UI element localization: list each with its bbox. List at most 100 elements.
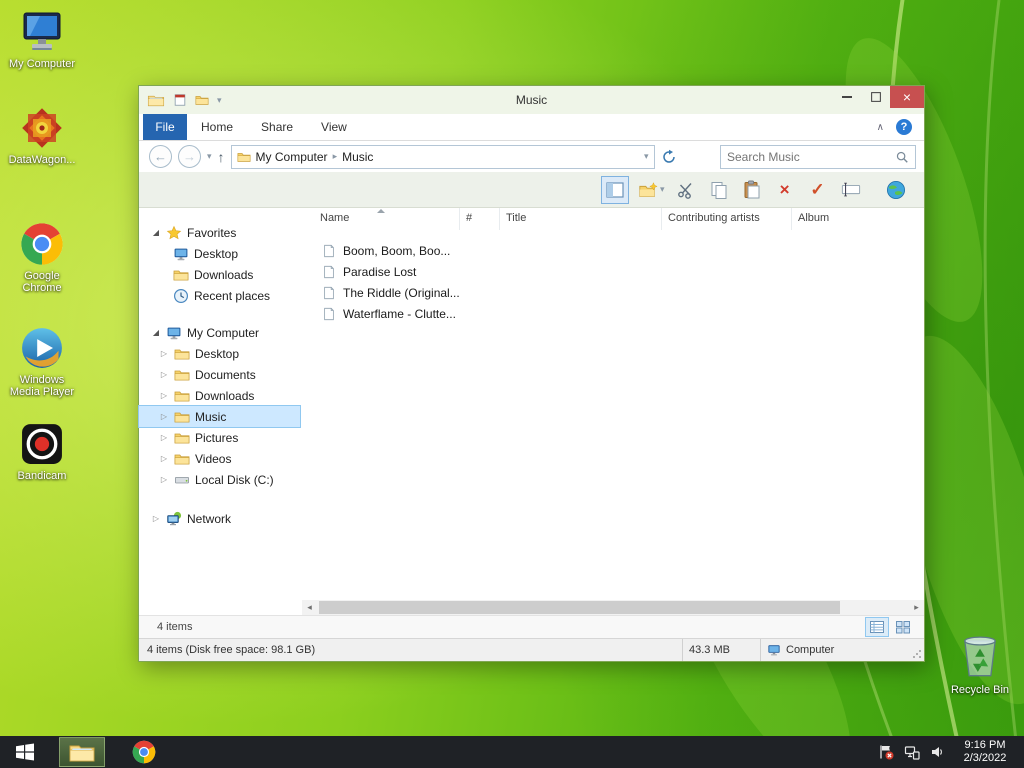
folder-icon <box>174 451 190 467</box>
sidebar-section-network[interactable]: ▷ Network <box>139 508 300 529</box>
column-header-title[interactable]: Title <box>500 208 662 230</box>
maximize-button[interactable] <box>861 86 890 108</box>
refresh-button[interactable] <box>661 149 677 165</box>
sidebar-item-music[interactable]: ▷ Music <box>138 405 301 428</box>
sidebar-item-videos[interactable]: ▷ Videos <box>139 448 300 469</box>
collapsed-triangle-icon[interactable]: ▷ <box>159 412 169 421</box>
search-icon[interactable] <box>895 150 909 164</box>
desktop-icon-my-computer[interactable]: My Computer <box>4 10 80 70</box>
history-chevron-icon[interactable]: ▾ <box>207 151 212 162</box>
column-header-album[interactable]: Album <box>792 208 924 230</box>
copy-button[interactable] <box>707 177 731 203</box>
expanded-triangle-icon[interactable]: ◢ <box>151 328 161 337</box>
sidebar-item-recent-places[interactable]: Recent places <box>139 285 300 306</box>
forward-icon: → <box>183 149 196 164</box>
details-view-button[interactable] <box>865 617 889 637</box>
column-header-number[interactable]: # <box>460 208 500 230</box>
copy-icon <box>709 180 729 200</box>
expanded-triangle-icon[interactable]: ◢ <box>151 228 161 237</box>
sidebar-section-my-computer[interactable]: ◢ My Computer <box>139 322 300 343</box>
close-button[interactable]: × <box>890 86 924 108</box>
breadcrumb-music[interactable]: Music <box>342 150 373 164</box>
search-box[interactable] <box>720 144 916 169</box>
collapsed-triangle-icon[interactable]: ▷ <box>159 349 169 358</box>
horizontal-scrollbar[interactable]: ◂ ▸ <box>302 600 924 615</box>
column-header-name[interactable]: Name <box>302 208 460 230</box>
qat-customize-chevron-icon[interactable]: ▾ <box>217 95 222 106</box>
desktop-icon-datawagon[interactable]: DataWagon... <box>4 106 80 166</box>
scrollbar-track[interactable] <box>317 600 909 615</box>
tab-home[interactable]: Home <box>187 114 247 140</box>
sidebar-section-label: My Computer <box>187 325 260 340</box>
cut-button[interactable] <box>674 177 698 203</box>
taskbar-file-explorer-button[interactable] <box>59 737 105 767</box>
sidebar-item-downloads-2[interactable]: ▷ Downloads <box>139 385 300 406</box>
collapsed-triangle-icon[interactable]: ▷ <box>159 433 169 442</box>
desktop-icon-label: Bandicam <box>17 470 67 482</box>
new-item-chevron-icon[interactable]: ▾ <box>660 184 665 195</box>
sidebar-item-local-disk-c[interactable]: ▷ Local Disk (C:) <box>139 469 300 490</box>
collapsed-triangle-icon[interactable]: ▷ <box>159 454 169 463</box>
collapsed-triangle-icon[interactable]: ▷ <box>159 370 169 379</box>
back-button[interactable]: ← <box>149 145 172 168</box>
file-list: Boom, Boom, Boo... Paradise Lost The Rid… <box>302 230 924 600</box>
desktop-icon-google-chrome[interactable]: Google Chrome <box>4 222 80 294</box>
file-row[interactable]: Waterflame - Clutte... <box>302 303 924 324</box>
column-header-contributing-artists[interactable]: Contributing artists <box>662 208 792 230</box>
file-row[interactable]: Paradise Lost <box>302 261 924 282</box>
up-button[interactable]: ↑ <box>218 149 225 165</box>
collapsed-triangle-icon[interactable]: ▷ <box>159 391 169 400</box>
desktop-icon-windows-media-player[interactable]: Windows Media Player <box>4 326 80 398</box>
collapsed-triangle-icon[interactable]: ▷ <box>151 514 161 523</box>
scroll-right-icon[interactable]: ▸ <box>909 602 924 613</box>
address-box[interactable]: My Computer ▸ Music ▾ <box>230 144 655 169</box>
titlebar[interactable]: ▾ Music × <box>139 86 924 114</box>
qat-new-folder-icon[interactable] <box>195 93 209 107</box>
sidebar-item-documents[interactable]: ▷ Documents <box>139 364 300 385</box>
sidebar-item-pictures[interactable]: ▷ Pictures <box>139 427 300 448</box>
rename-button[interactable] <box>839 177 863 203</box>
file-row[interactable]: Boom, Boom, Boo... <box>302 240 924 261</box>
preview-pane-button[interactable] <box>601 175 629 204</box>
sidebar-item-label: Downloads <box>195 388 255 403</box>
sidebar-item-desktop[interactable]: Desktop <box>139 243 300 264</box>
desktop-icon-recycle-bin[interactable]: Recycle Bin <box>942 628 1018 696</box>
sidebar-section-favorites[interactable]: ◢ Favorites <box>139 222 300 243</box>
minimize-button[interactable] <box>832 86 861 108</box>
network-globe-button[interactable] <box>884 177 908 203</box>
forward-button[interactable]: → <box>178 145 201 168</box>
resize-grip[interactable] <box>910 639 924 661</box>
select-button[interactable]: ✓ <box>806 177 830 203</box>
volume-icon[interactable] <box>930 744 946 760</box>
network-tray-icon[interactable] <box>904 744 920 760</box>
qat-properties-icon[interactable] <box>173 93 187 107</box>
action-center-flag-icon[interactable] <box>878 744 894 760</box>
paste-button[interactable] <box>740 177 764 203</box>
scrollbar-thumb[interactable] <box>319 601 840 614</box>
taskbar-chrome-button[interactable] <box>121 736 167 768</box>
address-dropdown-chevron-icon[interactable]: ▾ <box>644 151 649 162</box>
breadcrumb-my-computer[interactable]: My Computer <box>256 150 328 164</box>
desktop-icon-bandicam[interactable]: Bandicam <box>4 422 80 482</box>
sidebar-item-downloads[interactable]: Downloads <box>139 264 300 285</box>
thumbnails-view-button[interactable] <box>892 618 914 636</box>
sidebar-item-desktop-2[interactable]: ▷ Desktop <box>139 343 300 364</box>
help-icon[interactable]: ? <box>896 119 912 135</box>
tab-view[interactable]: View <box>307 114 361 140</box>
delete-button[interactable]: × <box>773 177 797 203</box>
clock-date: 2/3/2022 <box>963 752 1007 764</box>
tab-share[interactable]: Share <box>247 114 307 140</box>
collapsed-triangle-icon[interactable]: ▷ <box>159 475 169 484</box>
start-button[interactable] <box>0 736 49 768</box>
tab-file[interactable]: File <box>143 114 187 140</box>
sidebar-item-label: Pictures <box>195 430 239 445</box>
scroll-left-icon[interactable]: ◂ <box>302 602 317 613</box>
file-row[interactable]: The Riddle (Original... <box>302 282 924 303</box>
file-explorer-icon <box>68 738 96 766</box>
star-icon <box>166 225 182 241</box>
taskbar-clock[interactable]: 9:16 PM 2/3/2022 <box>956 739 1014 765</box>
search-input[interactable] <box>727 149 895 164</box>
navigation-pane: ◢ Favorites Desktop Downloads Recent pla… <box>138 208 302 615</box>
new-folder-button[interactable]: ▾ <box>638 180 665 200</box>
ribbon-collapse-chevron-icon[interactable]: ∧ <box>877 122 884 133</box>
